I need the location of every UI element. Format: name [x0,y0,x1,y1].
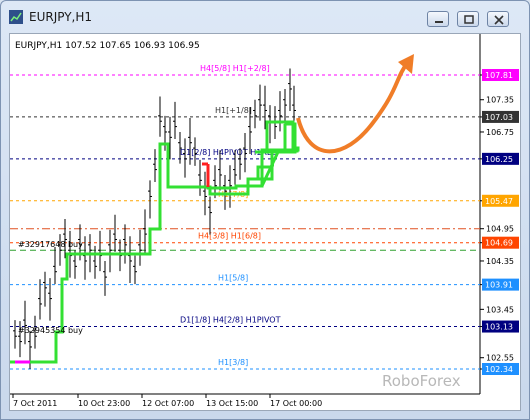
chart-app-icon [9,10,23,24]
price-label: 102.55 [486,354,514,363]
time-axis: 7 Oct 2011 10 Oct 23:00 12 Oct 07:00 13 Oct… [12,394,322,408]
ohlc-bar [58,234,62,266]
price-label: 103.45 [486,305,514,314]
ohlc-bar [183,138,187,178]
ohlc-bar [113,214,117,252]
price-label: 107.03 [485,113,513,122]
ohlc-bar [108,229,112,273]
ohlc-bar [23,300,27,345]
price-label: 106.25 [485,155,513,164]
ohlc-bar [38,279,42,320]
ohlc-bar [128,236,132,284]
close-button[interactable] [487,11,509,27]
level-label: H1[3/8] [218,358,248,367]
chart-window: EURJPY,H1 EURJPY,H1 107.52 107.65 106.93… [0,0,530,420]
price-label: 107.81 [485,71,513,80]
ohlc-bar [98,230,102,272]
price-chart[interactable]: EURJPY,H1 107.52 107.65 106.93 106.95 H4… [9,33,521,411]
ohlc-bar [123,224,127,264]
time-label: 13 Oct 15:00 [206,399,258,408]
ohlc-bar [93,245,97,279]
close-icon [494,15,504,25]
ohlc-bar [103,260,107,296]
ohlc-bar [198,159,202,196]
price-label: 104.95 [486,225,514,234]
price-label: 103.91 [485,281,513,290]
price-axis: 107.81 107.35 107.03 106.75 106.25 105.47 104.… [480,69,519,375]
ohlc-bar [138,229,142,266]
ohlc-bar [173,101,177,139]
price-label: 106.75 [486,128,514,137]
ohlc-bar [163,115,167,151]
window-title: EURJPY,H1 [29,10,93,24]
ohlc-bar [283,88,287,124]
time-label: 7 Oct 2011 [13,399,57,408]
ohlc-bar [53,246,57,285]
order-label-2: #32945354 buy [18,326,83,335]
ohlc-bar [203,171,207,216]
level-lines: H4[5/8] H1[+2/8]H1[+1/8]D1[2/8] H4PIVOT … [10,64,480,370]
level-label: D1[1/8] H4[2/8] H1PIVOT [180,316,281,325]
price-label: 104.35 [486,257,514,266]
ohlc-bar [258,84,262,121]
watermark: RoboForex [382,372,461,390]
order-label-1: #32917648 buy [18,240,83,249]
price-label: 102.34 [485,365,513,374]
minimize-button[interactable] [427,11,449,27]
level-label: H4[3/8] H1[6/8] [198,232,261,241]
ohlc-bar [278,91,282,132]
ohlc-bar [143,209,147,253]
restore-button[interactable] [457,11,479,27]
ohlc-bar [133,255,137,285]
time-label: 10 Oct 23:00 [78,399,130,408]
title-bar[interactable]: EURJPY,H1 [1,1,529,33]
ohlc-bar [13,320,17,349]
minimize-icon [435,21,443,23]
level-label: H1[+1/8] [215,106,252,115]
level-label: H1[5/8] [218,274,248,283]
ohlc-bar [268,105,272,144]
ohlc-bar [148,180,152,219]
ohlc-bar [188,117,192,165]
time-label: 17 Oct 00:00 [270,399,322,408]
time-label: 12 Oct 07:00 [142,399,194,408]
chart-canvas[interactable]: EURJPY,H1 107.52 107.65 106.93 106.95 H4… [10,34,520,410]
price-label: 105.47 [485,197,513,206]
ohlc-bar [153,149,157,182]
restore-icon [464,15,474,24]
price-label: 103.13 [485,323,513,332]
chart-info-line: EURJPY,H1 107.52 107.65 106.93 106.95 [15,41,200,51]
ohlc-bar [253,99,257,129]
level-label: H4[5/8] H1[+2/8] [200,64,270,73]
price-label: 107.35 [486,96,514,105]
ohlc-bar [43,271,47,307]
ohlc-bar [63,219,67,259]
price-label: 104.69 [485,239,513,248]
